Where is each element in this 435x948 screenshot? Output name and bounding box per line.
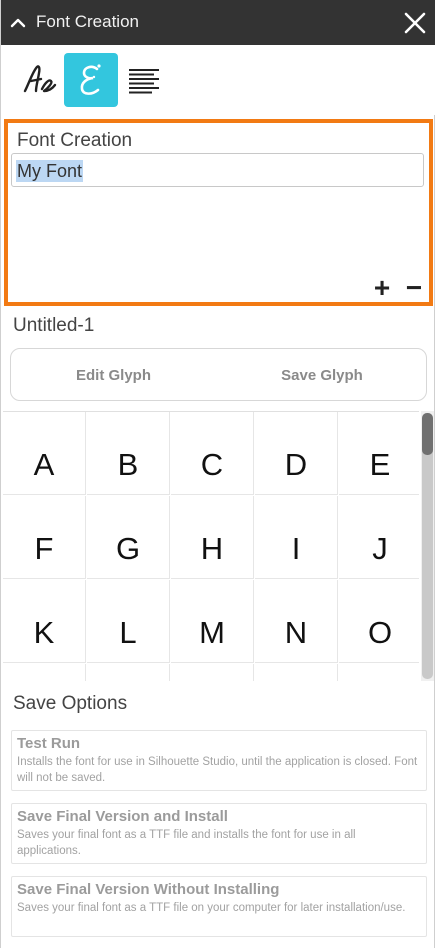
font-name-input[interactable]: My Font: [11, 153, 424, 187]
document-name: Untitled-1: [13, 315, 95, 336]
font-creation-panel: Font Creation Font Creation My Font + − …: [0, 0, 435, 948]
align-left-icon: [129, 69, 159, 94]
glyph-cell[interactable]: R: [171, 664, 254, 681]
panel-title: Font Creation: [36, 12, 139, 31]
font-creation-tool-button[interactable]: [64, 53, 118, 107]
option-description: Saves your final font as a TTF file and …: [17, 829, 356, 857]
glyph-cell[interactable]: F: [3, 496, 86, 579]
glyph-cell[interactable]: T: [339, 664, 419, 681]
scrollbar-thumb[interactable]: [422, 413, 433, 455]
font-creation-heading: Font Creation: [17, 130, 133, 151]
glyph-cell[interactable]: J: [339, 496, 419, 579]
glyph-cell[interactable]: H: [171, 496, 254, 579]
font-text-tool-button[interactable]: [9, 53, 63, 107]
text-align-tool-button[interactable]: [118, 53, 172, 107]
glyph-cell[interactable]: I: [255, 496, 338, 579]
glyph-cell[interactable]: B: [87, 412, 170, 495]
add-font-button[interactable]: +: [368, 274, 396, 302]
save-options-heading: Save Options: [13, 693, 128, 714]
glyph-cell[interactable]: M: [171, 580, 254, 663]
remove-font-button[interactable]: −: [400, 274, 428, 302]
glyph-cell[interactable]: P: [3, 664, 86, 681]
glyph-cell[interactable]: L: [87, 580, 170, 663]
glyph-grid-scrollbar[interactable]: [421, 411, 434, 681]
test-run-option[interactable]: Test Run Installs the font for use in Si…: [11, 730, 427, 791]
glyph-cell[interactable]: C: [171, 412, 254, 495]
chevron-up-icon[interactable]: [8, 13, 28, 33]
close-icon[interactable]: [403, 11, 427, 35]
font-list-controls: + −: [368, 274, 428, 302]
save-without-installing-option[interactable]: Save Final Version Without Installing Sa…: [11, 876, 427, 937]
glyph-actions: Edit Glyph Save Glyph: [10, 348, 427, 401]
font-tools-toolbar: [1, 45, 435, 115]
panel-title-bar: Font Creation: [1, 0, 435, 45]
glyph-cell[interactable]: E: [339, 412, 419, 495]
option-description: Installs the font for use in Silhouette …: [17, 756, 418, 784]
script-font-icon: [23, 65, 57, 93]
glyph-cell[interactable]: D: [255, 412, 338, 495]
glyph-cell[interactable]: Q: [87, 664, 170, 681]
script-e-icon: [80, 64, 101, 95]
font-name-value: My Font: [16, 160, 84, 182]
glyph-cell[interactable]: S: [255, 664, 338, 681]
option-description: Saves your final font as a TTF file on y…: [17, 902, 406, 914]
glyph-cell[interactable]: N: [255, 580, 338, 663]
save-glyph-button[interactable]: Save Glyph: [216, 349, 428, 402]
glyph-cell[interactable]: A: [3, 412, 86, 495]
option-heading: Save Final Version and Install: [17, 808, 228, 825]
edit-glyph-button[interactable]: Edit Glyph: [11, 349, 216, 402]
option-heading: Save Final Version Without Installing: [17, 881, 280, 898]
glyph-cell[interactable]: O: [339, 580, 419, 663]
glyph-cell[interactable]: G: [87, 496, 170, 579]
glyph-grid: ABCDE FGHIJ KLMNO PQRST: [3, 411, 419, 681]
font-creation-section: Font Creation My Font + −: [4, 119, 433, 306]
save-and-install-option[interactable]: Save Final Version and Install Saves you…: [11, 803, 427, 864]
option-heading: Test Run: [17, 735, 81, 752]
glyph-cell[interactable]: K: [3, 580, 86, 663]
